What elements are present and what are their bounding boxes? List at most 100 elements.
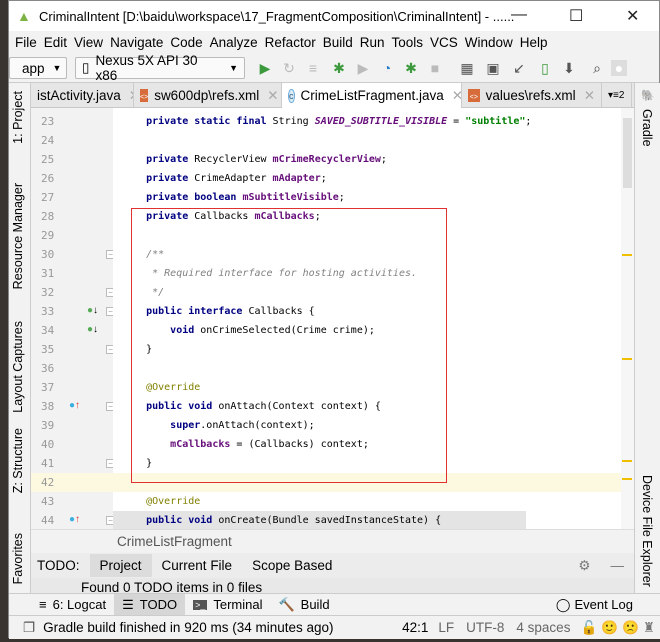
list-icon: ☰ xyxy=(122,596,134,612)
debug-icon[interactable]: ✱ xyxy=(331,60,347,76)
implemented-icon[interactable]: ●↓ xyxy=(87,305,98,316)
account-icon[interactable]: ● xyxy=(611,60,627,76)
menu-window[interactable]: Window xyxy=(465,35,513,50)
tool-structure[interactable]: Z: Structure xyxy=(11,428,25,493)
sdk-manager-icon[interactable]: ⬇ xyxy=(561,60,577,76)
avd-manager-icon[interactable]: ▯ xyxy=(537,60,553,76)
code-line[interactable]: private static final String SAVED_SUBTIT… xyxy=(113,112,621,131)
gear-icon[interactable]: ⚙ xyxy=(568,554,600,578)
encoding[interactable]: UTF-8 xyxy=(466,620,504,635)
tool-event-log[interactable]: ◯ Event Log xyxy=(548,594,641,616)
tab-crime-list-fragment[interactable]: c CrimeListFragment.java ✕ xyxy=(282,83,462,108)
menu-analyze[interactable]: Analyze xyxy=(210,35,258,50)
tool-resource-manager[interactable]: Resource Manager xyxy=(11,183,25,289)
stop-icon[interactable]: ■ xyxy=(427,60,443,76)
lock-icon[interactable]: 🔓 xyxy=(580,620,597,636)
indent[interactable]: 4 spaces xyxy=(516,620,570,635)
code-line[interactable] xyxy=(113,131,621,150)
gutter-row: 32− xyxy=(31,283,121,302)
profiler-icon[interactable]: ◔ xyxy=(379,60,395,76)
code-token: onCreate(Bundle savedInstanceState) { xyxy=(212,515,442,526)
tool-build[interactable]: 🔨 Build xyxy=(270,594,337,616)
tool-terminal[interactable]: >_ Terminal xyxy=(185,594,270,616)
menu-navigate[interactable]: Navigate xyxy=(110,35,163,50)
code-token: CrimeAdapter xyxy=(188,173,273,184)
menu-code[interactable]: Code xyxy=(170,35,202,50)
tab-list-activity[interactable]: istActivity.java✕ xyxy=(31,83,134,108)
apply-changes-icon[interactable]: ↻ xyxy=(281,60,297,76)
editor-scrollbar[interactable] xyxy=(621,108,634,529)
menu-run[interactable]: Run xyxy=(360,35,385,50)
minimize-button[interactable]: — xyxy=(511,6,527,24)
search-icon[interactable]: ⌕ xyxy=(589,60,605,76)
terminal-icon: >_ xyxy=(193,599,208,610)
run-icon[interactable]: ▶ xyxy=(257,60,273,76)
tool-todo[interactable]: ☰ TODO xyxy=(114,593,186,616)
menu-edit[interactable]: Edit xyxy=(44,35,67,50)
module-label: app xyxy=(22,60,45,76)
menu-help[interactable]: Help xyxy=(520,35,548,50)
close-button[interactable]: ✕ xyxy=(626,6,639,26)
menu-build[interactable]: Build xyxy=(323,35,353,50)
gutter-row: 43 xyxy=(31,492,121,511)
inspector-icon[interactable]: ♜ xyxy=(643,620,655,636)
overrides-icon[interactable]: ●↑ xyxy=(69,514,80,525)
tool-window-bar: ≡ 6: Logcat ☰ TODO >_ Terminal 🔨 Build ◯ Even… xyxy=(9,593,660,616)
layout-inspector-icon[interactable]: ▣ xyxy=(485,60,501,76)
code-line[interactable]: private boolean mSubtitleVisible; xyxy=(113,188,621,207)
code-token: RecyclerView xyxy=(188,154,273,165)
line-separator[interactable]: LF xyxy=(438,620,454,635)
toolbar: app ▼ ▯ Nexus 5X API 30 x86 ▼ ▶ ↻ ≡ ✱ ▶ ◔ ✱… xyxy=(9,53,659,83)
code-token: private boolean xyxy=(146,192,237,203)
menu-vcs[interactable]: VCS xyxy=(430,35,458,50)
close-tab-icon[interactable]: ✕ xyxy=(584,88,595,104)
apply-code-changes-icon[interactable]: ≡ xyxy=(305,60,321,76)
tool-gradle[interactable]: Gradle xyxy=(640,109,654,147)
todo-tab-scope-based[interactable]: Scope Based xyxy=(242,554,342,577)
line-number: 24 xyxy=(41,134,55,147)
maximize-button[interactable]: ☐ xyxy=(569,6,583,26)
tab-sw600dp-refs[interactable]: <> sw600dp\refs.xml ✕ xyxy=(134,83,282,108)
code-line[interactable]: private CrimeAdapter mAdapter; xyxy=(113,169,621,188)
status-icon[interactable]: ❐ xyxy=(23,620,35,636)
sad-face-icon[interactable]: 🙁 xyxy=(622,620,639,636)
close-tab-icon[interactable]: ✕ xyxy=(267,88,278,104)
menu-file[interactable]: File xyxy=(15,35,37,50)
caret-position[interactable]: 42:1 xyxy=(402,620,428,635)
overrides-icon[interactable]: ●↑ xyxy=(69,400,80,411)
tab-overflow-button[interactable]: ▾≡ 2 xyxy=(602,83,632,108)
todo-tab-project[interactable]: Project xyxy=(89,554,152,577)
hide-icon[interactable]: — xyxy=(601,554,635,577)
breadcrumb[interactable]: CrimeListFragment xyxy=(31,529,634,553)
todo-tab-current-file[interactable]: Current File xyxy=(152,554,243,577)
menu-tools[interactable]: Tools xyxy=(392,35,424,50)
attach-debugger-icon[interactable]: ✱ xyxy=(403,60,419,76)
device-selector[interactable]: ▯ Nexus 5X API 30 x86 ▼ xyxy=(75,53,245,83)
implemented-icon[interactable]: ●↓ xyxy=(87,324,98,335)
code-line[interactable]: @Override xyxy=(113,492,621,511)
code-line[interactable]: public void onCreate(Bundle savedInstanc… xyxy=(113,511,526,529)
line-number: 35 xyxy=(41,343,55,356)
code-token: ; xyxy=(380,154,387,165)
sync-gradle-icon[interactable]: ↙ xyxy=(511,60,527,76)
code-line[interactable]: private RecyclerView mCrimeRecyclerView; xyxy=(113,150,621,169)
profile-icon[interactable]: ▶ xyxy=(355,60,371,76)
tool-device-file-explorer[interactable]: Device File Explorer xyxy=(640,475,654,587)
tool-logcat[interactable]: ≡ 6: Logcat xyxy=(31,594,114,616)
module-selector[interactable]: app ▼ xyxy=(9,57,67,79)
highlight-box xyxy=(131,208,447,483)
menu-refactor[interactable]: Refactor xyxy=(265,35,316,50)
tab-values-refs[interactable]: <> values\refs.xml ✕ xyxy=(462,83,602,108)
project-structure-icon[interactable]: ▦ xyxy=(459,60,475,76)
line-number: 28 xyxy=(41,210,55,223)
line-number: 43 xyxy=(41,495,55,508)
tool-layout-captures[interactable]: Layout Captures xyxy=(11,321,25,413)
happy-face-icon[interactable]: 🙂 xyxy=(601,620,618,636)
tool-project[interactable]: 1: Project xyxy=(11,91,25,144)
gutter-row: 27 xyxy=(31,188,121,207)
tool-favorites[interactable]: Favorites xyxy=(11,533,25,584)
close-tab-icon[interactable]: ✕ xyxy=(452,88,461,104)
menu-view[interactable]: View xyxy=(74,35,103,50)
